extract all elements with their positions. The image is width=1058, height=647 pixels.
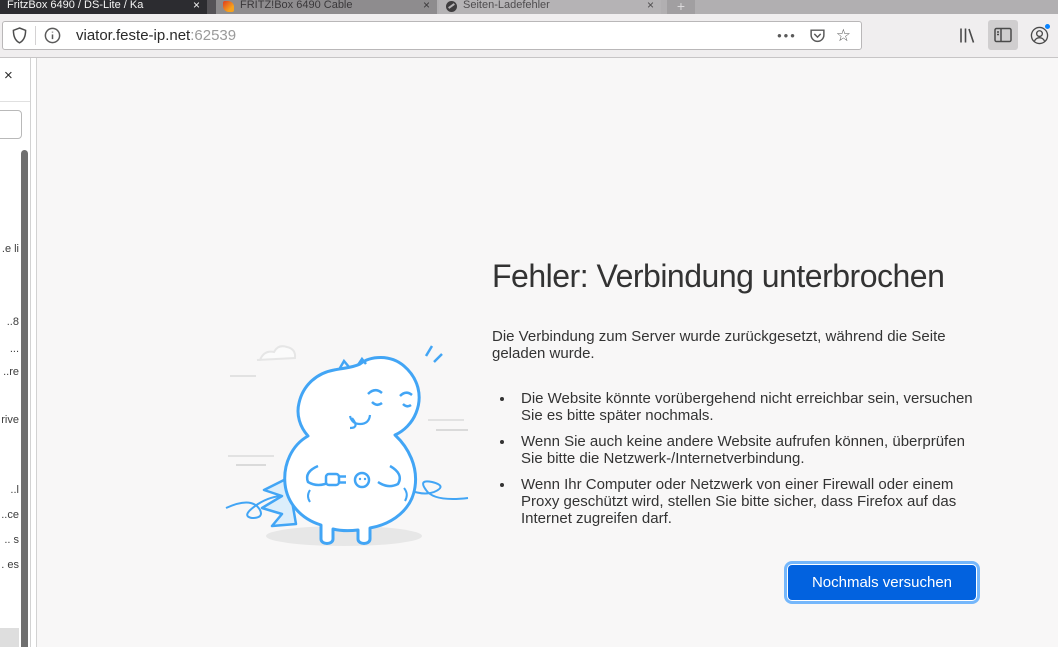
sidebar-close-icon[interactable]: × [4, 69, 13, 83]
tab-close-icon[interactable]: × [647, 0, 654, 14]
sidebar-scrollbar[interactable] [21, 150, 28, 647]
sidebar-item[interactable]: s .. [0, 534, 19, 546]
sidebar-search-input[interactable] [0, 110, 22, 139]
retry-button[interactable]: Nochmals versuchen [788, 565, 976, 600]
sidebar-item[interactable]: es . [0, 559, 19, 571]
tab-bar: FritzBox 6490 / DS-Lite / Ka × FRITZ!Box… [0, 0, 1058, 14]
error-suggestion-list: Die Website könnte vorübergehend nicht e… [492, 390, 976, 527]
sidebar-item[interactable]: l.. [0, 484, 19, 496]
sidebar-item[interactable]: e li. [0, 243, 19, 255]
sidebar-item[interactable]: re.. [0, 366, 19, 378]
sidebar-item[interactable]: 8.. [0, 316, 19, 328]
tab-title: FRITZ!Box 6490 Cable [240, 0, 415, 14]
status-panel-fragment [0, 628, 19, 647]
tracking-protection-shield-icon[interactable] [3, 22, 35, 49]
error-suggestion: Wenn Sie auch keine andere Website aufru… [515, 433, 976, 467]
account-icon[interactable] [1024, 20, 1054, 50]
pocket-icon[interactable] [806, 22, 830, 49]
sidebar-toggle-icon[interactable] [988, 20, 1018, 50]
tab-title: FritzBox 6490 / DS-Lite / Ka [7, 0, 185, 14]
navigation-toolbar: viator.feste-ip.net:62539 ••• ☆ [0, 14, 1058, 58]
tab-page-load-error[interactable]: Seiten-Ladefehler × [439, 0, 661, 14]
sidebar-item[interactable]: rive [0, 414, 19, 426]
error-title: Fehler: Verbindung unterbrochen [492, 258, 976, 295]
site-info-icon[interactable] [36, 22, 68, 49]
tab-fritzbox-dslite[interactable]: FritzBox 6490 / DS-Lite / Ka × [0, 0, 207, 14]
url-port: :62539 [190, 27, 236, 44]
page-actions-icon[interactable]: ••• [768, 28, 806, 43]
sidebar-header-divider [0, 101, 30, 102]
error-description: Die Verbindung zum Server wurde zurückge… [492, 328, 976, 362]
sidebar-splitter[interactable] [30, 58, 37, 647]
tab-bar-empty-space [695, 0, 1058, 14]
sidebar-item[interactable]: ... [0, 343, 19, 355]
sidebar-item[interactable]: ce.. [0, 509, 19, 521]
bookmark-star-icon[interactable]: ☆ [830, 22, 861, 49]
toolbar-right-buttons [952, 19, 1054, 51]
error-text-column: Fehler: Verbindung unterbrochen Die Verb… [492, 58, 976, 600]
tab-close-icon[interactable]: × [423, 0, 430, 14]
tab-close-icon[interactable]: × [193, 0, 200, 14]
tab-fritzbox-cable[interactable]: FRITZ!Box 6490 Cable × [216, 0, 437, 14]
page-error-favicon-icon [446, 1, 457, 12]
url-bar[interactable]: viator.feste-ip.net:62539 ••• ☆ [2, 21, 862, 50]
fritz-favicon-icon [223, 1, 234, 12]
account-notification-dot [1044, 23, 1051, 30]
url-host: viator.feste-ip.net [76, 27, 190, 44]
history-sidebar: × e li. 8.. ... re.. rive l.. ce.. s .. … [0, 58, 30, 647]
error-page: Fehler: Verbindung unterbrochen Die Verb… [37, 58, 1058, 647]
tab-title: Seiten-Ladefehler [463, 0, 639, 14]
disconnected-dino-illustration [222, 328, 472, 558]
tab-separator [207, 0, 216, 14]
error-suggestion: Wenn Ihr Computer oder Netzwerk von eine… [515, 476, 976, 527]
new-tab-button[interactable]: + [667, 0, 695, 14]
browser-content: × e li. 8.. ... re.. rive l.. ce.. s .. … [0, 58, 1058, 647]
error-suggestion: Die Website könnte vorübergehend nicht e… [515, 390, 976, 424]
error-actions: Nochmals versuchen [492, 565, 976, 600]
library-icon[interactable] [952, 20, 982, 50]
